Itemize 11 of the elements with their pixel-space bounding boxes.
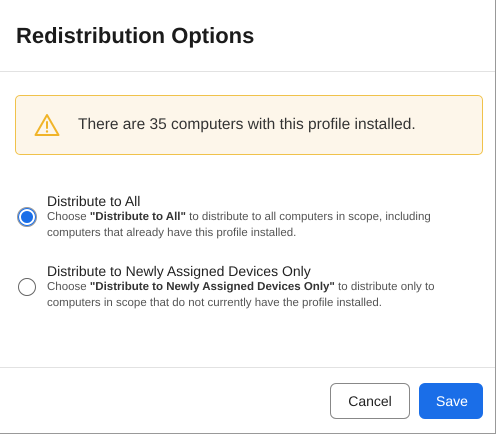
cancel-button[interactable]: Cancel — [330, 382, 410, 418]
warning-icon — [34, 113, 60, 137]
option-description: Choose "Distribute to Newly Assigned Devices Only" to distribute only to computers in scope that do not currently have the profile installed. — [47, 280, 436, 311]
option-label: Distribute to Newly Assigned Devices Only — [47, 263, 312, 279]
radio-button[interactable] — [18, 278, 36, 296]
radio-button[interactable] — [18, 208, 36, 226]
option-description: Choose "Distribute to All" to distribute to all computers in scope, including computers that already have this profile installed. — [47, 210, 432, 241]
dialog-title: Redistribution Options — [16, 22, 254, 48]
option-label: Distribute to All — [47, 193, 142, 209]
alert-text: There are 35 computers with this profile installed. — [78, 116, 416, 134]
save-button[interactable]: Save — [419, 382, 483, 418]
